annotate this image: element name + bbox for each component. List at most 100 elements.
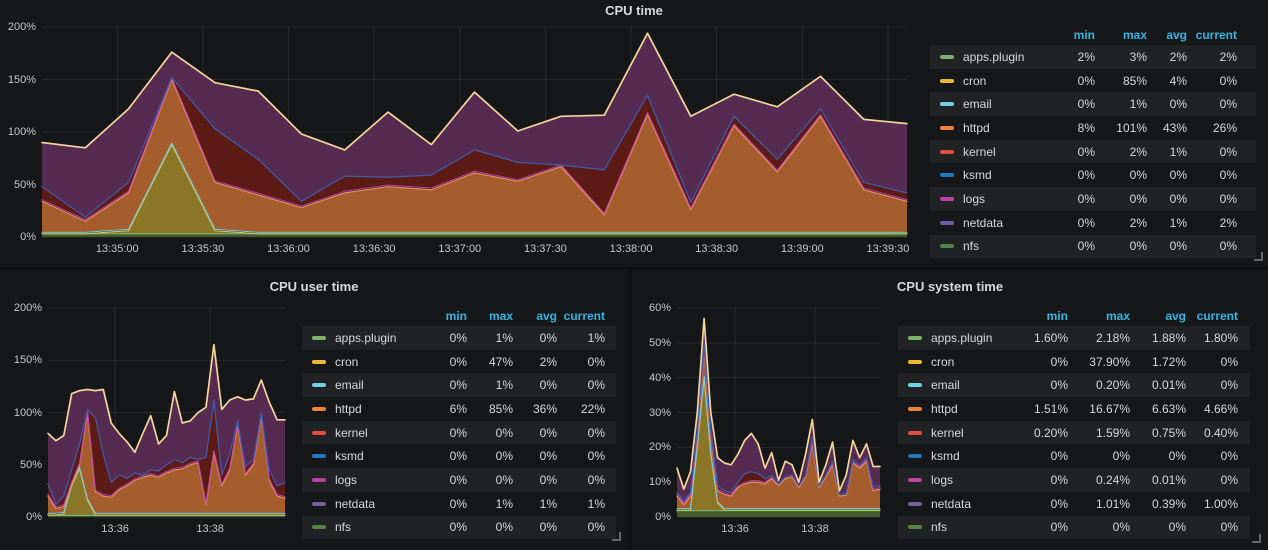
panel-resize-handle[interactable] xyxy=(612,532,621,541)
legend-col-avg[interactable]: avg xyxy=(1147,28,1187,42)
series-swatch[interactable] xyxy=(908,478,922,482)
panel-title[interactable]: CPU user time xyxy=(0,279,628,294)
legend-row-nfs[interactable]: nfs0%0%0%0% xyxy=(930,235,1256,259)
series-label[interactable]: nfs xyxy=(326,520,351,534)
legend-row-ksmd[interactable]: ksmd0%0%0%0% xyxy=(302,444,616,468)
chart-canvas[interactable] xyxy=(677,308,880,517)
legend-row-ksmd[interactable]: ksmd0%0%0%0% xyxy=(898,444,1250,468)
series-swatch[interactable] xyxy=(940,150,954,154)
legend-row-kernel[interactable]: kernel0%0%0%0% xyxy=(302,421,616,445)
legend-col-avg[interactable]: avg xyxy=(1130,309,1186,323)
legend-row-netdata[interactable]: netdata0%1.01%0.39%1.00% xyxy=(898,492,1250,516)
series-label[interactable]: ksmd xyxy=(326,449,364,463)
series-label[interactable]: netdata xyxy=(954,216,1003,230)
series-swatch[interactable] xyxy=(908,336,922,340)
series-label[interactable]: kernel xyxy=(954,145,996,159)
legend-row-httpd[interactable]: httpd6%85%36%22% xyxy=(302,397,616,421)
series-label[interactable]: netdata xyxy=(326,497,375,511)
legend-row-logs[interactable]: logs0%0%0%0% xyxy=(930,187,1256,211)
legend-col-current[interactable]: current xyxy=(557,309,605,323)
series-swatch[interactable] xyxy=(908,383,922,387)
series-label[interactable]: httpd xyxy=(922,402,958,416)
series-label[interactable]: ksmd xyxy=(954,168,992,182)
series-swatch[interactable] xyxy=(940,55,954,59)
panel-resize-handle[interactable] xyxy=(1254,252,1263,261)
series-label[interactable]: logs xyxy=(326,473,357,487)
panel-resize-handle[interactable] xyxy=(1252,534,1261,543)
legend-row-netdata[interactable]: netdata0%1%1%1% xyxy=(302,492,616,516)
legend-row-email[interactable]: email0%1%0%0% xyxy=(930,92,1256,116)
legend-row-logs[interactable]: logs0%0%0%0% xyxy=(302,468,616,492)
legend-col-avg[interactable]: avg xyxy=(513,309,557,323)
legend-col-min[interactable]: min xyxy=(415,309,467,323)
legend-row-apps.plugin[interactable]: apps.plugin2%3%2%2% xyxy=(930,45,1256,69)
series-label[interactable]: email xyxy=(326,378,364,392)
series-label[interactable]: cron xyxy=(954,74,986,88)
series-label[interactable]: apps.plugin xyxy=(922,331,992,345)
series-label[interactable]: apps.plugin xyxy=(326,331,396,345)
series-label[interactable]: logs xyxy=(954,192,985,206)
series-swatch[interactable] xyxy=(312,407,326,411)
series-swatch[interactable] xyxy=(908,360,922,364)
legend-row-ksmd[interactable]: ksmd0%0%0%0% xyxy=(930,163,1256,187)
series-label[interactable]: email xyxy=(954,97,992,111)
legend-col-min[interactable]: min xyxy=(1039,28,1095,42)
legend-row-apps.plugin[interactable]: apps.plugin0%1%0%1% xyxy=(302,326,616,350)
series-label[interactable]: apps.plugin xyxy=(954,50,1024,64)
legend-row-cron[interactable]: cron0%47%2%0% xyxy=(302,350,616,374)
legend-row-apps.plugin[interactable]: apps.plugin1.60%2.18%1.88%1.80% xyxy=(898,326,1250,350)
legend-row-netdata[interactable]: netdata0%2%1%2% xyxy=(930,211,1256,235)
series-label[interactable]: email xyxy=(922,378,960,392)
legend-row-kernel[interactable]: kernel0%2%1%0% xyxy=(930,140,1256,164)
series-swatch[interactable] xyxy=(312,336,326,340)
cpu-system-time-graph[interactable]: 0%10%20%30%40%50%60%13:3613:38 xyxy=(677,308,880,517)
series-label[interactable]: cron xyxy=(326,355,358,369)
legend-col-current[interactable]: current xyxy=(1186,309,1238,323)
series-swatch[interactable] xyxy=(908,525,922,529)
legend-col-min[interactable]: min xyxy=(1008,309,1068,323)
series-swatch[interactable] xyxy=(908,454,922,458)
chart-canvas[interactable] xyxy=(48,308,285,517)
series-swatch[interactable] xyxy=(312,454,326,458)
series-label[interactable]: httpd xyxy=(954,121,990,135)
series-swatch[interactable] xyxy=(312,383,326,387)
series-swatch[interactable] xyxy=(940,79,954,83)
series-swatch[interactable] xyxy=(908,407,922,411)
series-label[interactable]: ksmd xyxy=(922,449,960,463)
series-swatch[interactable] xyxy=(940,244,954,248)
series-swatch[interactable] xyxy=(312,502,326,506)
legend-col-max[interactable]: max xyxy=(1095,28,1147,42)
series-swatch[interactable] xyxy=(940,126,954,130)
legend-row-logs[interactable]: logs0%0.24%0.01%0% xyxy=(898,468,1250,492)
cpu-time-graph[interactable]: 0%50%100%150%200%13:35:0013:35:3013:36:0… xyxy=(42,27,907,237)
cpu-user-time-graph[interactable]: 0%50%100%150%200%13:3613:38 xyxy=(48,308,285,517)
series-swatch[interactable] xyxy=(940,197,954,201)
panel-title[interactable]: CPU time xyxy=(0,3,1268,18)
series-label[interactable]: nfs xyxy=(922,520,947,534)
series-swatch[interactable] xyxy=(312,478,326,482)
series-swatch[interactable] xyxy=(940,102,954,106)
series-swatch[interactable] xyxy=(908,502,922,506)
series-swatch[interactable] xyxy=(312,525,326,529)
series-label[interactable]: nfs xyxy=(954,239,979,253)
chart-canvas[interactable] xyxy=(42,27,907,237)
legend-col-max[interactable]: max xyxy=(1068,309,1130,323)
legend-row-cron[interactable]: cron0%85%4%0% xyxy=(930,69,1256,93)
series-label[interactable]: cron xyxy=(922,355,954,369)
legend-row-cron[interactable]: cron0%37.90%1.72%0% xyxy=(898,350,1250,374)
legend-row-kernel[interactable]: kernel0.20%1.59%0.75%0.40% xyxy=(898,421,1250,445)
series-label[interactable]: httpd xyxy=(326,402,362,416)
series-swatch[interactable] xyxy=(940,221,954,225)
panel-title[interactable]: CPU system time xyxy=(632,279,1268,294)
series-label[interactable]: kernel xyxy=(922,426,964,440)
legend-row-nfs[interactable]: nfs0%0%0%0% xyxy=(302,516,616,540)
series-swatch[interactable] xyxy=(312,360,326,364)
series-swatch[interactable] xyxy=(940,173,954,177)
legend-row-email[interactable]: email0%0.20%0.01%0% xyxy=(898,373,1250,397)
legend-row-nfs[interactable]: nfs0%0%0%0% xyxy=(898,516,1250,540)
legend-row-httpd[interactable]: httpd1.51%16.67%6.63%4.66% xyxy=(898,397,1250,421)
series-swatch[interactable] xyxy=(312,431,326,435)
legend-row-httpd[interactable]: httpd8%101%43%26% xyxy=(930,116,1256,140)
legend-col-current[interactable]: current xyxy=(1187,28,1237,42)
series-label[interactable]: netdata xyxy=(922,497,971,511)
